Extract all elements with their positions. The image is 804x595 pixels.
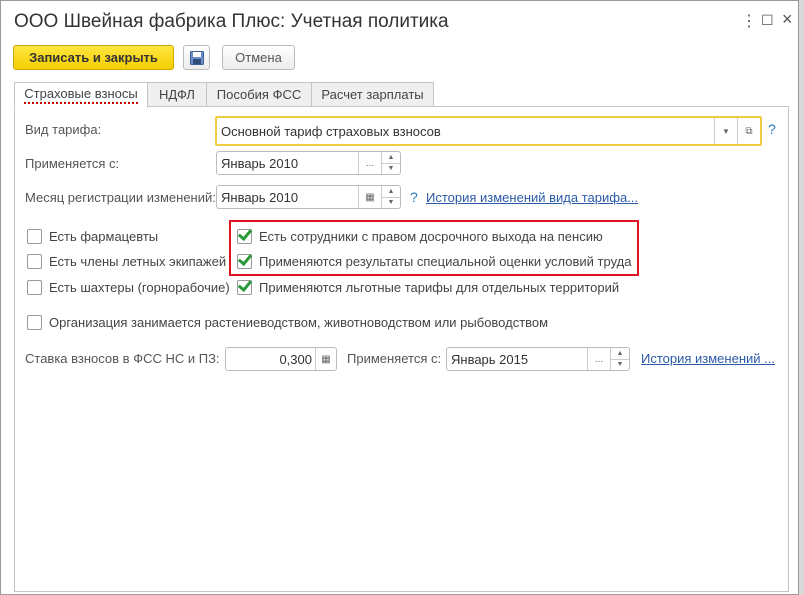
check-icon xyxy=(237,254,252,269)
check-icon xyxy=(237,280,252,295)
close-icon[interactable]: × xyxy=(782,9,793,30)
tab-ndfl[interactable]: НДФЛ xyxy=(147,82,207,107)
maximize-icon[interactable]: ☐ xyxy=(761,12,774,29)
tariff-label: Вид тарифа: xyxy=(25,122,102,137)
help-icon[interactable]: ? xyxy=(410,189,418,205)
check-icon xyxy=(237,229,252,244)
save-and-close-button[interactable]: Записать и закрыть xyxy=(13,45,174,70)
ellipsis-button[interactable]: ... xyxy=(358,152,381,174)
window-title: ООО Швейная фабрика Плюс: Учетная полити… xyxy=(14,11,449,32)
checkbox-miners[interactable]: Есть шахтеры (горнорабочие) xyxy=(27,280,230,295)
spinner[interactable]: ▲ ▼ xyxy=(610,348,629,370)
ellipsis-button[interactable]: ... xyxy=(587,348,610,370)
fss-applies-label: Применяется с: xyxy=(347,351,442,366)
cancel-button[interactable]: Отмена xyxy=(222,45,295,70)
tariff-select[interactable]: Основной тариф страховых взносов ▼ ⧉ xyxy=(215,116,762,146)
applies-field[interactable]: Январь 2010 ... ▲ ▼ xyxy=(216,151,401,175)
floppy-icon xyxy=(189,50,204,65)
checkbox-territory-rates[interactable]: Применяются льготные тарифы для отдельны… xyxy=(237,280,619,295)
spinner[interactable]: ▲ ▼ xyxy=(381,152,400,174)
open-icon[interactable]: ⧉ xyxy=(737,118,760,144)
fss-rate-field[interactable]: 0,300 ▦ xyxy=(225,347,337,371)
checkbox-agriculture[interactable]: Организация занимается растениеводством,… xyxy=(27,315,548,330)
tab-payroll[interactable]: Расчет зарплаты xyxy=(311,82,434,107)
fss-history-link[interactable]: История изменений ... xyxy=(641,351,775,366)
fss-rate-label: Ставка взносов в ФСС НС и ПЗ: xyxy=(25,351,220,366)
reg-month-field[interactable]: Январь 2010 ▦ ▲ ▼ xyxy=(216,185,401,209)
spinner[interactable]: ▲ ▼ xyxy=(381,186,400,208)
reg-month-label: Месяц регистрации изменений: xyxy=(25,190,216,205)
tab-insurance[interactable]: Страховые взносы xyxy=(14,82,148,108)
checkbox-flight-crew[interactable]: Есть члены летных экипажей xyxy=(27,254,226,269)
calendar-icon[interactable]: ▦ xyxy=(358,186,381,208)
checkbox-pharmacists[interactable]: Есть фармацевты xyxy=(27,229,158,244)
tab-panel xyxy=(14,106,789,592)
tab-fss[interactable]: Пособия ФСС xyxy=(206,82,312,107)
checkbox-early-retirement[interactable]: Есть сотрудники с правом досрочного выхо… xyxy=(237,229,603,244)
more-icon[interactable]: ⋮ xyxy=(741,11,757,31)
save-button[interactable] xyxy=(183,45,210,70)
fss-applies-field[interactable]: Январь 2015 ... ▲ ▼ xyxy=(446,347,630,371)
calculator-icon[interactable]: ▦ xyxy=(315,348,336,370)
chevron-down-icon[interactable]: ▼ xyxy=(714,118,737,144)
tariff-history-link[interactable]: История изменений вида тарифа... xyxy=(426,190,638,205)
dialog-window: ООО Швейная фабрика Плюс: Учетная полити… xyxy=(0,0,799,595)
applies-label: Применяется с: xyxy=(25,156,120,171)
help-icon[interactable]: ? xyxy=(768,121,776,137)
checkbox-special-assessment[interactable]: Применяются результаты специальной оценк… xyxy=(237,254,631,269)
